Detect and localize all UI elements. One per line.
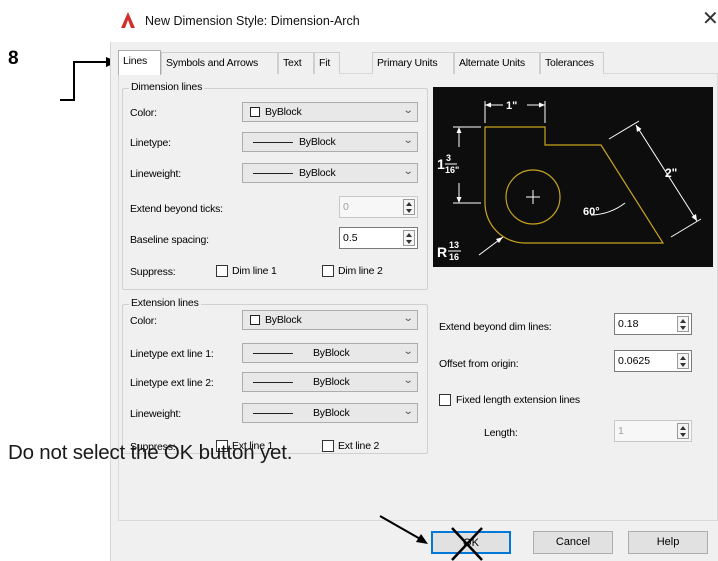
offset-from-origin-spinner[interactable]: 0.0625 bbox=[614, 350, 692, 372]
linetype-ext-line-2-label: Linetype ext line 2: bbox=[130, 377, 214, 389]
help-button[interactable]: Help bbox=[628, 531, 708, 554]
dim-linetype-value: ByBlock bbox=[299, 136, 336, 148]
chevron-down-icon: ⌄ bbox=[402, 166, 414, 177]
tab-lines[interactable]: Lines bbox=[118, 50, 161, 75]
linetype-ext-line-1-label: Linetype ext line 1: bbox=[130, 348, 214, 360]
dim-lineweight-value: ByBlock bbox=[299, 167, 336, 179]
offset-from-origin-label: Offset from origin: bbox=[439, 358, 519, 370]
fixed-length-checkbox[interactable] bbox=[439, 394, 451, 406]
ext-color-label: Color: bbox=[130, 315, 157, 327]
preview-radius-num: 13 bbox=[449, 240, 459, 250]
dim-line-1-checkbox[interactable] bbox=[216, 265, 228, 277]
dim-linetype-label: Linetype: bbox=[130, 137, 171, 149]
preview-radius-prefix: R bbox=[437, 244, 447, 260]
color-swatch-icon bbox=[250, 315, 260, 325]
step-number: 8 bbox=[8, 48, 19, 69]
dim-color-value: ByBlock bbox=[265, 106, 302, 118]
step-pointer-arrow-icon bbox=[60, 57, 118, 101]
chevron-down-icon: ⌄ bbox=[402, 346, 414, 357]
dim-line-2-label: Dim line 2 bbox=[338, 265, 383, 277]
length-label: Length: bbox=[484, 427, 518, 439]
preview-drawing: 1" 1 3 16" 2" 60° R 13 16 bbox=[437, 100, 702, 262]
dim-lineweight-select[interactable]: ByBlock ⌄ bbox=[242, 163, 418, 183]
dim-color-select[interactable]: ByBlock ⌄ bbox=[242, 102, 418, 122]
tab-alternate-units[interactable]: Alternate Units bbox=[454, 52, 540, 74]
extend-beyond-ticks-label: Extend beyond ticks: bbox=[130, 203, 223, 215]
chevron-down-icon: ⌄ bbox=[402, 105, 414, 116]
linetype-ext-line-1-select[interactable]: ByBlock ⌄ bbox=[242, 343, 418, 363]
spinner-arrows-icon[interactable] bbox=[677, 353, 689, 369]
spinner-arrows-icon[interactable] bbox=[403, 230, 415, 246]
tab-fit[interactable]: Fit bbox=[314, 52, 340, 74]
offset-from-origin-value: 0.0625 bbox=[618, 355, 651, 367]
linetype-ext-line-1-value: ByBlock bbox=[313, 347, 350, 359]
dimension-lines-legend: Dimension lines bbox=[129, 81, 205, 93]
ext-lineweight-label: Lineweight: bbox=[130, 408, 181, 420]
baseline-spacing-label: Baseline spacing: bbox=[130, 234, 209, 246]
linetype-sample-icon bbox=[253, 142, 293, 143]
close-icon[interactable]: ✕ bbox=[702, 9, 718, 29]
preview-dim-left-whole: 1 bbox=[437, 156, 445, 172]
ext-color-select[interactable]: ByBlock ⌄ bbox=[242, 310, 418, 330]
linetype-ext-line-2-value: ByBlock bbox=[313, 376, 350, 388]
preview-radius-den: 16 bbox=[449, 252, 459, 262]
extend-beyond-ticks-value: 0 bbox=[343, 201, 349, 213]
preview-angle: 60° bbox=[583, 206, 600, 218]
tab-primary-units[interactable]: Primary Units bbox=[372, 52, 454, 74]
linetype-sample-icon bbox=[253, 353, 293, 354]
linetype-ext-line-2-select[interactable]: ByBlock ⌄ bbox=[242, 372, 418, 392]
color-swatch-icon bbox=[250, 107, 260, 117]
instruction-text: Do not select the OK button yet. bbox=[8, 441, 293, 464]
baseline-spacing-value: 0.5 bbox=[343, 232, 358, 244]
extend-beyond-dim-lines-label: Extend beyond dim lines: bbox=[439, 321, 552, 333]
ext-lineweight-select[interactable]: ByBlock ⌄ bbox=[242, 403, 418, 423]
cancel-button[interactable]: Cancel bbox=[533, 531, 613, 554]
ext-lineweight-value: ByBlock bbox=[313, 407, 350, 419]
preview-dim-left-den: 16" bbox=[445, 165, 459, 175]
dialog-title: New Dimension Style: Dimension-Arch bbox=[145, 14, 360, 28]
linetype-sample-icon bbox=[253, 382, 293, 383]
fixed-length-label: Fixed length extension lines bbox=[456, 394, 580, 406]
dim-line-2-checkbox[interactable] bbox=[322, 265, 334, 277]
dim-suppress-label: Suppress: bbox=[130, 266, 176, 278]
tab-symbols-and-arrows[interactable]: Symbols and Arrows bbox=[161, 52, 278, 74]
spinner-arrows-icon bbox=[403, 199, 415, 215]
extend-beyond-ticks-spinner: 0 bbox=[339, 196, 418, 218]
dim-lineweight-label: Lineweight: bbox=[130, 168, 181, 180]
spinner-arrows-icon bbox=[677, 423, 689, 439]
preview-dim-top: 1" bbox=[506, 100, 517, 112]
dim-line-1-label: Dim line 1 bbox=[232, 265, 277, 277]
chevron-down-icon: ⌄ bbox=[402, 313, 414, 324]
extend-beyond-dim-lines-value: 0.18 bbox=[618, 318, 639, 330]
preview-dim-right: 2" bbox=[665, 166, 677, 180]
chevron-down-icon: ⌄ bbox=[402, 375, 414, 386]
lineweight-sample-icon bbox=[253, 173, 293, 174]
chevron-down-icon: ⌄ bbox=[402, 135, 414, 146]
tab-tolerances[interactable]: Tolerances bbox=[540, 52, 604, 74]
tab-text[interactable]: Text bbox=[278, 52, 314, 74]
dim-linetype-select[interactable]: ByBlock ⌄ bbox=[242, 132, 418, 152]
dim-color-label: Color: bbox=[130, 107, 157, 119]
extension-lines-legend: Extension lines bbox=[129, 297, 201, 309]
extend-beyond-dim-lines-spinner[interactable]: 0.18 bbox=[614, 313, 692, 335]
spinner-arrows-icon[interactable] bbox=[677, 316, 689, 332]
length-spinner: 1 bbox=[614, 420, 692, 442]
preview-dim-left-num: 3 bbox=[446, 153, 451, 163]
chevron-down-icon: ⌄ bbox=[402, 406, 414, 417]
ext-color-value: ByBlock bbox=[265, 314, 302, 326]
dimension-style-preview: 1" 1 3 16" 2" 60° R 13 16 bbox=[433, 87, 713, 267]
baseline-spacing-spinner[interactable]: 0.5 bbox=[339, 227, 418, 249]
length-value: 1 bbox=[618, 425, 624, 437]
lineweight-sample-icon bbox=[253, 413, 293, 414]
do-not-click-cross-icon bbox=[451, 527, 483, 561]
autocad-logo-icon bbox=[121, 12, 135, 28]
